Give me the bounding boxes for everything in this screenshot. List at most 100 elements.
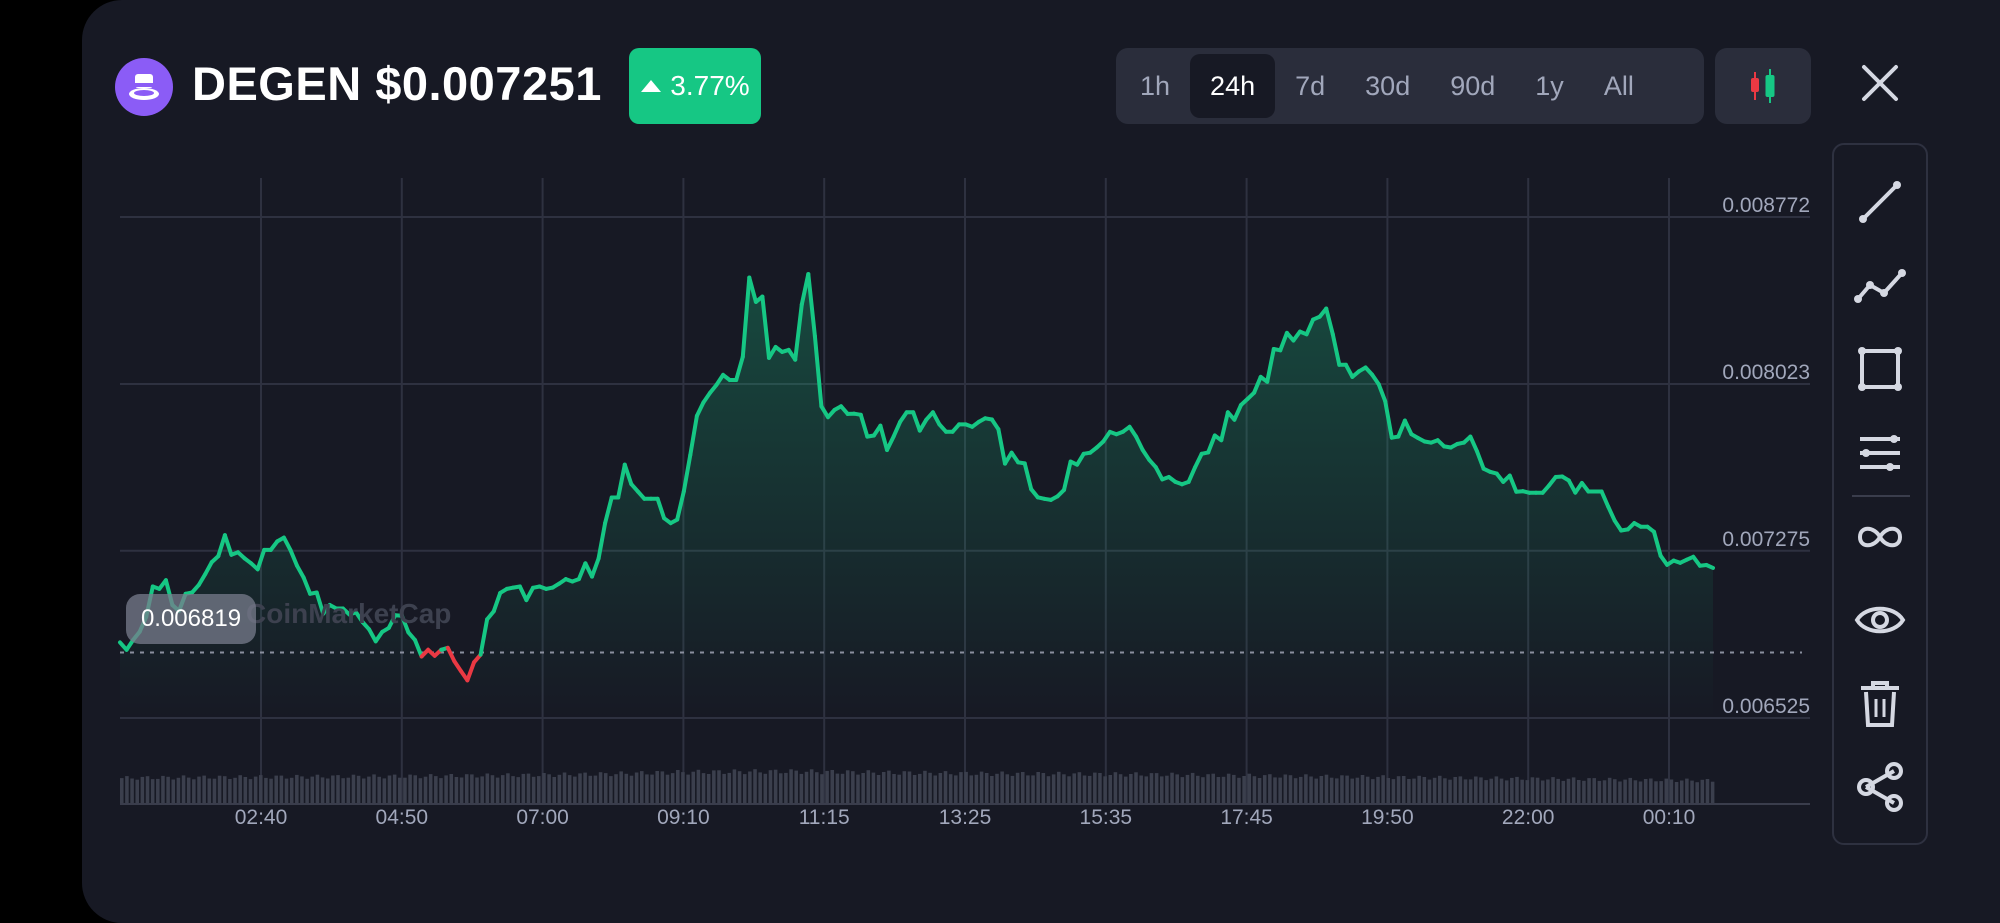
x-tick-label: 11:15 <box>799 806 850 829</box>
volume-bar <box>907 771 912 804</box>
volume-bar <box>557 774 562 804</box>
volume-bar <box>1386 778 1391 804</box>
volume-bar <box>1108 775 1113 804</box>
volume-bar <box>717 770 721 804</box>
volume-bar <box>1031 775 1035 804</box>
volume-bar <box>1468 779 1473 804</box>
volume-bar <box>619 771 623 804</box>
volume-bar <box>861 773 865 804</box>
volume-bar <box>1335 778 1339 804</box>
volume-bar <box>1628 777 1633 804</box>
volume-bar <box>315 774 320 804</box>
price-line-segment <box>1704 563 1715 570</box>
volume-bar <box>794 770 798 804</box>
volume-bar <box>1391 779 1396 804</box>
delete-tool[interactable] <box>1834 669 1926 739</box>
x-tick-label: 09:10 <box>657 806 710 829</box>
volume-bar <box>161 775 165 804</box>
volume-bar <box>1597 780 1602 804</box>
volume-bar <box>516 777 520 804</box>
reference-price-label: 0.006819 <box>126 594 256 644</box>
volume-bar <box>1288 775 1293 804</box>
volume-bar <box>1211 773 1216 804</box>
infinity-icon <box>1857 526 1903 548</box>
eye-icon <box>1854 606 1906 634</box>
volume-bar <box>1602 780 1607 804</box>
volume-bar <box>928 772 932 804</box>
trend-line-icon <box>1859 181 1901 223</box>
volume-bar <box>171 779 176 804</box>
volume-bar <box>990 776 994 804</box>
volume-bar <box>701 773 706 804</box>
volume-bar <box>228 779 232 804</box>
polyline-tool[interactable] <box>1834 250 1926 320</box>
watermark-text: CoinMarketCap <box>246 598 452 629</box>
volume-bar <box>593 775 598 804</box>
volume-bar <box>341 778 345 804</box>
y-tick-label: 0.008772 <box>1722 194 1810 217</box>
volume-bar <box>1324 774 1329 804</box>
volume-bar <box>1371 779 1375 804</box>
volume-bar <box>1175 774 1179 804</box>
volume-bar <box>634 772 639 804</box>
volume-bar <box>392 774 397 804</box>
infinity-tool[interactable] <box>1834 502 1926 572</box>
price-chart[interactable]: 0.008772 0.008023 0.007275 0.006525 02:40 04… <box>0 0 2000 923</box>
trend-line-tool[interactable] <box>1834 167 1926 237</box>
volume-bar <box>923 770 927 804</box>
volume-bar <box>449 774 454 804</box>
volume-bar <box>135 779 139 804</box>
volume-bar <box>1525 780 1530 804</box>
volume-bar <box>500 775 505 804</box>
volume-bar <box>964 771 968 804</box>
volume-bar <box>1304 774 1308 804</box>
volume-bar <box>1005 774 1010 804</box>
volume-bar <box>624 773 629 804</box>
volume-bar <box>233 777 237 804</box>
volume-bar <box>305 778 309 804</box>
horizontal-lines-tool[interactable] <box>1834 418 1926 488</box>
volume-bar <box>1381 775 1385 804</box>
volume-bar <box>830 770 835 804</box>
volume-bar <box>1407 779 1411 804</box>
volume-bar <box>995 773 999 804</box>
volume-bar <box>954 775 958 804</box>
x-tick-label: 19:50 <box>1361 806 1414 829</box>
visibility-tool[interactable] <box>1834 585 1926 655</box>
volume-bar <box>1587 778 1591 804</box>
volume-bar <box>1499 778 1504 804</box>
volume-bar <box>912 775 917 804</box>
volume-bar <box>238 775 242 804</box>
volume-bar <box>1000 771 1004 804</box>
volume-bar <box>881 772 886 804</box>
volume-bar <box>845 770 850 804</box>
rectangle-tool[interactable] <box>1834 334 1926 404</box>
volume-bar <box>418 778 423 804</box>
volume-bar <box>712 770 716 804</box>
volume-bar <box>361 778 366 804</box>
volume-bar <box>799 773 804 804</box>
drawing-tools-panel <box>1832 143 1928 845</box>
volume-bar <box>434 776 438 804</box>
x-tick-label: 02:40 <box>235 806 288 829</box>
volume-bar <box>1067 776 1071 804</box>
share-tool[interactable] <box>1834 752 1926 822</box>
volume-bar <box>1401 776 1406 804</box>
volume-bar <box>1613 779 1617 804</box>
volume-bar <box>1654 781 1658 804</box>
horizontal-lines-icon <box>1860 435 1900 471</box>
polyline-icon <box>1854 269 1906 303</box>
volume-bar <box>887 770 891 804</box>
volume-bar <box>851 771 855 804</box>
volume-bar <box>1103 776 1107 804</box>
volume-bar <box>222 776 227 804</box>
volume-bar <box>1510 777 1514 804</box>
volume-bar <box>1551 777 1555 804</box>
volume-bar <box>784 772 788 804</box>
volume-bar <box>552 777 557 804</box>
volume-bar <box>1664 778 1669 804</box>
volume-bar <box>984 773 989 804</box>
volume-bar <box>130 778 134 804</box>
volume-bar <box>598 772 603 804</box>
volume-bar <box>511 776 515 804</box>
